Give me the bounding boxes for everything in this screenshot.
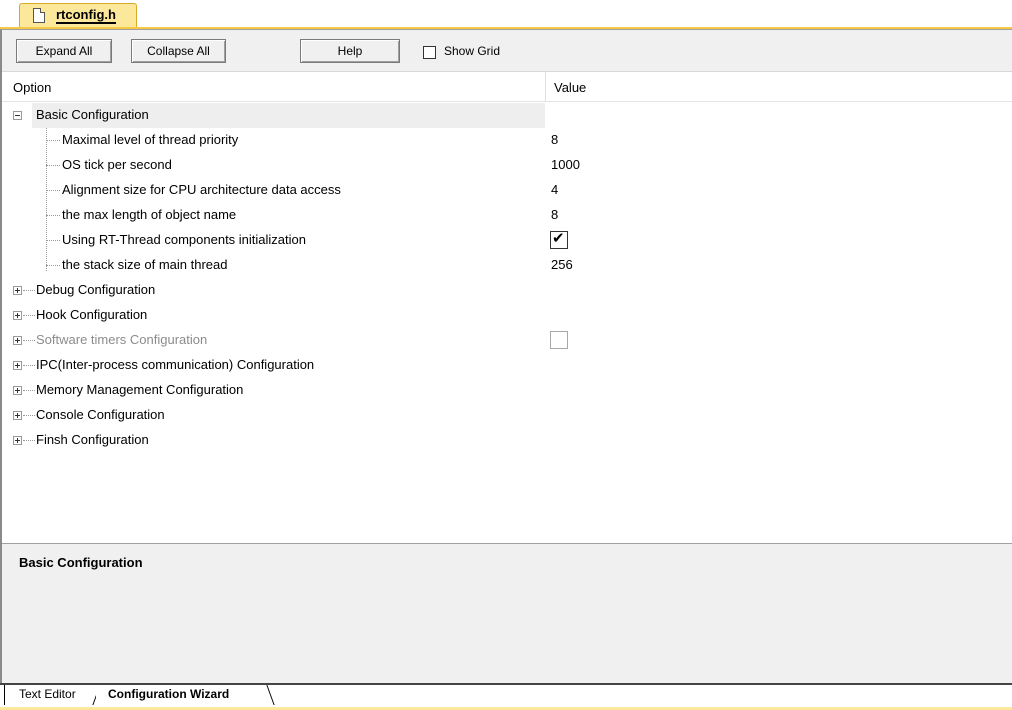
document-icon [33,8,45,23]
description-panel: Basic Configuration [2,543,1012,683]
tree-connector [46,140,60,141]
option-value[interactable]: 1000 [551,157,580,172]
wizard-toolbar: Expand All Collapse All Help Show Grid [2,30,1012,72]
tree-group-finsh[interactable]: Finsh Configuration [2,428,1012,453]
tree-connector [46,215,60,216]
expand-icon[interactable] [13,361,22,370]
collapse-all-button[interactable]: Collapse All [131,39,226,63]
expand-icon[interactable] [13,286,22,295]
option-tree: Basic Configuration Maximal level of thr… [2,103,1012,543]
tree-connector [23,390,35,391]
show-grid-checkbox[interactable] [423,46,436,59]
expand-icon[interactable] [13,311,22,320]
tree-column-header: Option Value [2,72,1012,102]
tree-connector [46,165,60,166]
tree-option-row[interactable]: the max length of object name 8 [2,203,1012,228]
description-title: Basic Configuration [19,555,143,570]
checkmark-icon: ✔ [552,230,565,247]
tree-group-label: Hook Configuration [36,307,148,322]
option-label: Using RT-Thread components initializatio… [62,232,306,247]
tree-group-label: Memory Management Configuration [36,382,244,397]
editor-mode-tabs: Text Editor Configuration Wizard [0,683,1012,710]
tree-connector [46,265,60,266]
tree-group-hook[interactable]: Hook Configuration [2,303,1012,328]
tree-option-row[interactable]: Maximal level of thread priority 8 [2,128,1012,153]
tree-option-row[interactable]: the stack size of main thread 256 [2,253,1012,278]
components-init-checkbox[interactable]: ✔ [550,230,568,249]
expand-icon[interactable] [13,336,22,345]
column-divider[interactable] [545,72,546,102]
help-button[interactable]: Help [300,39,400,63]
configuration-wizard-panel: Expand All Collapse All Help Show Grid O… [0,29,1012,686]
tree-connector [23,365,35,366]
value-column-header[interactable]: Value [554,80,586,95]
collapse-icon[interactable] [13,111,22,120]
option-label: Alignment size for CPU architecture data… [62,182,341,197]
option-value[interactable]: 8 [551,207,558,222]
tree-group-basic[interactable]: Basic Configuration [2,103,1012,128]
option-value[interactable]: 256 [551,257,573,272]
expand-icon[interactable] [13,386,22,395]
tree-connector [23,440,35,441]
option-column-header[interactable]: Option [13,80,51,95]
option-label: OS tick per second [62,157,172,172]
option-label: Maximal level of thread priority [62,132,239,147]
tree-group-console[interactable]: Console Configuration [2,403,1012,428]
option-value[interactable]: 8 [551,132,558,147]
tree-group-debug[interactable]: Debug Configuration [2,278,1012,303]
expand-icon[interactable] [13,411,22,420]
tree-group-label: Finsh Configuration [36,432,149,447]
tab-configuration-wizard[interactable]: Configuration Wizard [96,685,274,705]
tree-group-label: Software timers Configuration [36,332,208,347]
tree-group-label: Console Configuration [36,407,165,422]
tree-connector [23,415,35,416]
tree-connector [23,315,35,316]
tree-connector [23,340,35,341]
tree-option-row[interactable]: Alignment size for CPU architecture data… [2,178,1012,203]
file-tab-rtconfig[interactable]: rtconfig.h [19,3,137,29]
tree-group-ipc[interactable]: IPC(Inter-process communication) Configu… [2,353,1012,378]
tree-group-memory[interactable]: Memory Management Configuration [2,378,1012,403]
tab-text-editor[interactable]: Text Editor [4,685,100,705]
tree-group-label: Debug Configuration [36,282,156,297]
expand-all-button[interactable]: Expand All [16,39,112,63]
show-grid-label[interactable]: Show Grid [444,44,500,58]
expand-icon[interactable] [13,436,22,445]
option-label: the max length of object name [62,207,237,222]
software-timers-checkbox[interactable] [550,331,568,349]
tree-connector [46,240,60,241]
tree-group-label: IPC(Inter-process communication) Configu… [36,357,315,372]
tree-group-label: Basic Configuration [36,107,149,122]
file-tab-label: rtconfig.h [56,7,116,24]
tree-connector [23,290,35,291]
tree-connector [46,190,60,191]
file-tab-strip: rtconfig.h [0,0,1012,29]
tree-option-row[interactable]: OS tick per second 1000 [2,153,1012,178]
tree-option-row[interactable]: Using RT-Thread components initializatio… [2,228,1012,253]
option-label: the stack size of main thread [62,257,228,272]
tree-group-software-timers[interactable]: Software timers Configuration [2,328,1012,353]
option-value[interactable]: 4 [551,182,558,197]
